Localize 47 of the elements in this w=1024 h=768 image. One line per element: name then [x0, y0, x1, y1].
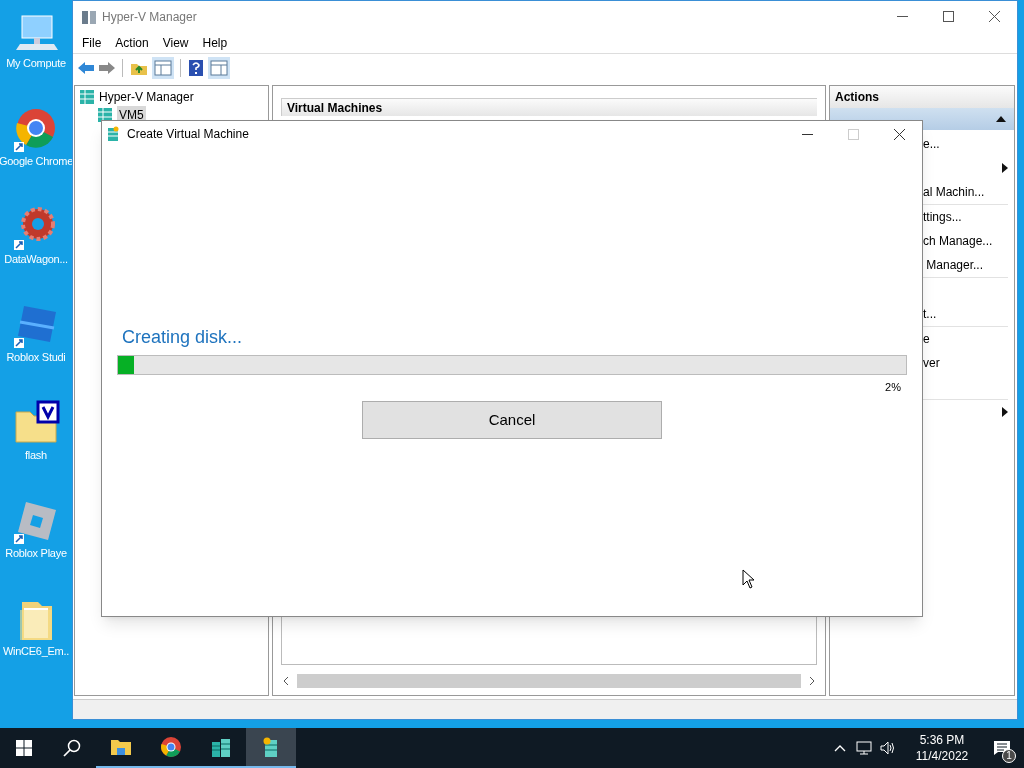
notification-badge: 1 — [1002, 749, 1016, 763]
pane-header: Actions — [830, 86, 1014, 108]
section-header: Virtual Machines — [281, 98, 817, 116]
clock-date[interactable]: 11/4/2022 — [915, 748, 969, 764]
search-icon — [63, 739, 81, 757]
pane-command[interactable]: t... — [923, 305, 937, 323]
pane-command[interactable]: ch Manage... — [923, 232, 993, 250]
server-icon — [107, 126, 119, 142]
scroll-left-icon — [281, 676, 291, 686]
chrome-icon — [160, 736, 182, 758]
close-icon — [988, 11, 1000, 22]
clock-time[interactable]: 5:36 PM — [919, 732, 965, 748]
menu-item[interactable]: Help — [197, 33, 233, 52]
pane-command[interactable]: Manager... — [923, 256, 984, 274]
menu-item[interactable]: File — [77, 33, 107, 52]
pane-command[interactable]: al Machin... — [923, 183, 985, 201]
network-icon — [856, 741, 872, 755]
cancel-button[interactable]: Cancel — [362, 401, 662, 439]
panel-icon — [152, 56, 174, 79]
horizontal-scrollbar[interactable] — [281, 673, 817, 689]
pane-command[interactable]: ver — [923, 354, 940, 372]
pane-command[interactable]: ttings... — [923, 208, 962, 226]
dialog-title: Create Virtual Machine — [127, 126, 249, 143]
pane-command[interactable]: e... — [923, 135, 940, 153]
tree-item[interactable]: Hyper-V Manager — [99, 88, 194, 106]
menu-item[interactable]: View — [157, 33, 194, 52]
windows-logo-icon — [16, 740, 32, 756]
maximize-icon — [942, 11, 954, 22]
window-title: Hyper-V Manager — [102, 8, 197, 26]
close-icon — [893, 128, 905, 140]
pane-command[interactable]: e — [923, 330, 930, 348]
forward-arrow-icon — [98, 59, 116, 76]
server-icon — [81, 8, 97, 25]
menu-item[interactable]: Action — [110, 33, 154, 52]
status-text: Creating disk... — [121, 326, 244, 349]
help-icon — [187, 58, 205, 77]
server-icon — [210, 736, 232, 758]
server-grid-icon — [79, 89, 95, 105]
speaker-icon — [880, 741, 896, 755]
back-arrow-icon — [77, 59, 95, 76]
chevron-up-icon — [834, 744, 846, 752]
percent-text: 2% — [884, 380, 902, 395]
scroll-right-icon — [807, 676, 817, 686]
taskbar-app[interactable] — [246, 728, 296, 768]
maximize-icon — [847, 128, 859, 140]
panel-icon — [208, 56, 230, 79]
mouse-pointer-icon — [742, 569, 755, 589]
